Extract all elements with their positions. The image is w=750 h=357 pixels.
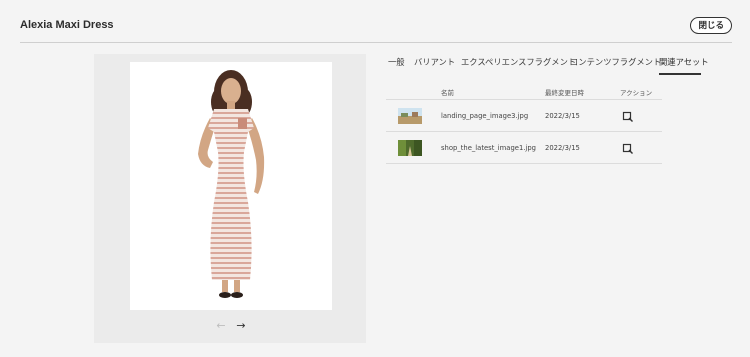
tab-general[interactable]: 一般 (388, 55, 405, 75)
header-divider (20, 42, 732, 43)
column-header-actions: アクション (620, 89, 653, 97)
column-header-modified[interactable]: 最終変更日時 (545, 87, 584, 97)
view-asset-icon[interactable] (622, 142, 634, 154)
tab-related-assets[interactable]: 関連アセット (659, 55, 709, 75)
forest-path-thumbnail-icon (398, 140, 422, 156)
tab-variants[interactable]: バリアント (414, 55, 455, 75)
tab-experience-fragments[interactable]: エクスペリエンスフラグメント (461, 55, 576, 75)
product-image (130, 62, 332, 310)
asset-name[interactable]: landing_page_image3.jpg (441, 112, 528, 120)
view-asset-icon[interactable] (622, 110, 634, 122)
previous-image-icon[interactable]: ← (214, 320, 228, 332)
asset-modified-date: 2022/3/15 (545, 144, 580, 152)
asset-modified-date: 2022/3/15 (545, 112, 580, 120)
page-header: Alexia Maxi Dress 閉じる (20, 12, 732, 42)
close-button[interactable]: 閉じる (690, 17, 732, 34)
active-tab-indicator (659, 73, 701, 75)
next-image-icon[interactable]: → (234, 320, 248, 332)
tab-content-fragments[interactable]: コンテンツフラグメント (570, 55, 661, 75)
table-row[interactable]: shop_the_latest_image1.jpg 2022/3/15 (386, 132, 662, 164)
product-preview-panel: ← → (94, 54, 366, 343)
landscape-thumbnail-icon (398, 108, 422, 124)
page-title: Alexia Maxi Dress (20, 19, 114, 31)
dress-model-illustration (198, 70, 265, 298)
asset-name[interactable]: shop_the_latest_image1.jpg (441, 144, 536, 152)
column-header-name[interactable]: 名前 (441, 87, 454, 97)
detail-tabs: 一般 バリアント エクスペリエンスフラグメント コンテンツフラグメント 関連アセ… (386, 55, 709, 77)
table-row[interactable]: landing_page_image3.jpg 2022/3/15 (386, 100, 662, 132)
